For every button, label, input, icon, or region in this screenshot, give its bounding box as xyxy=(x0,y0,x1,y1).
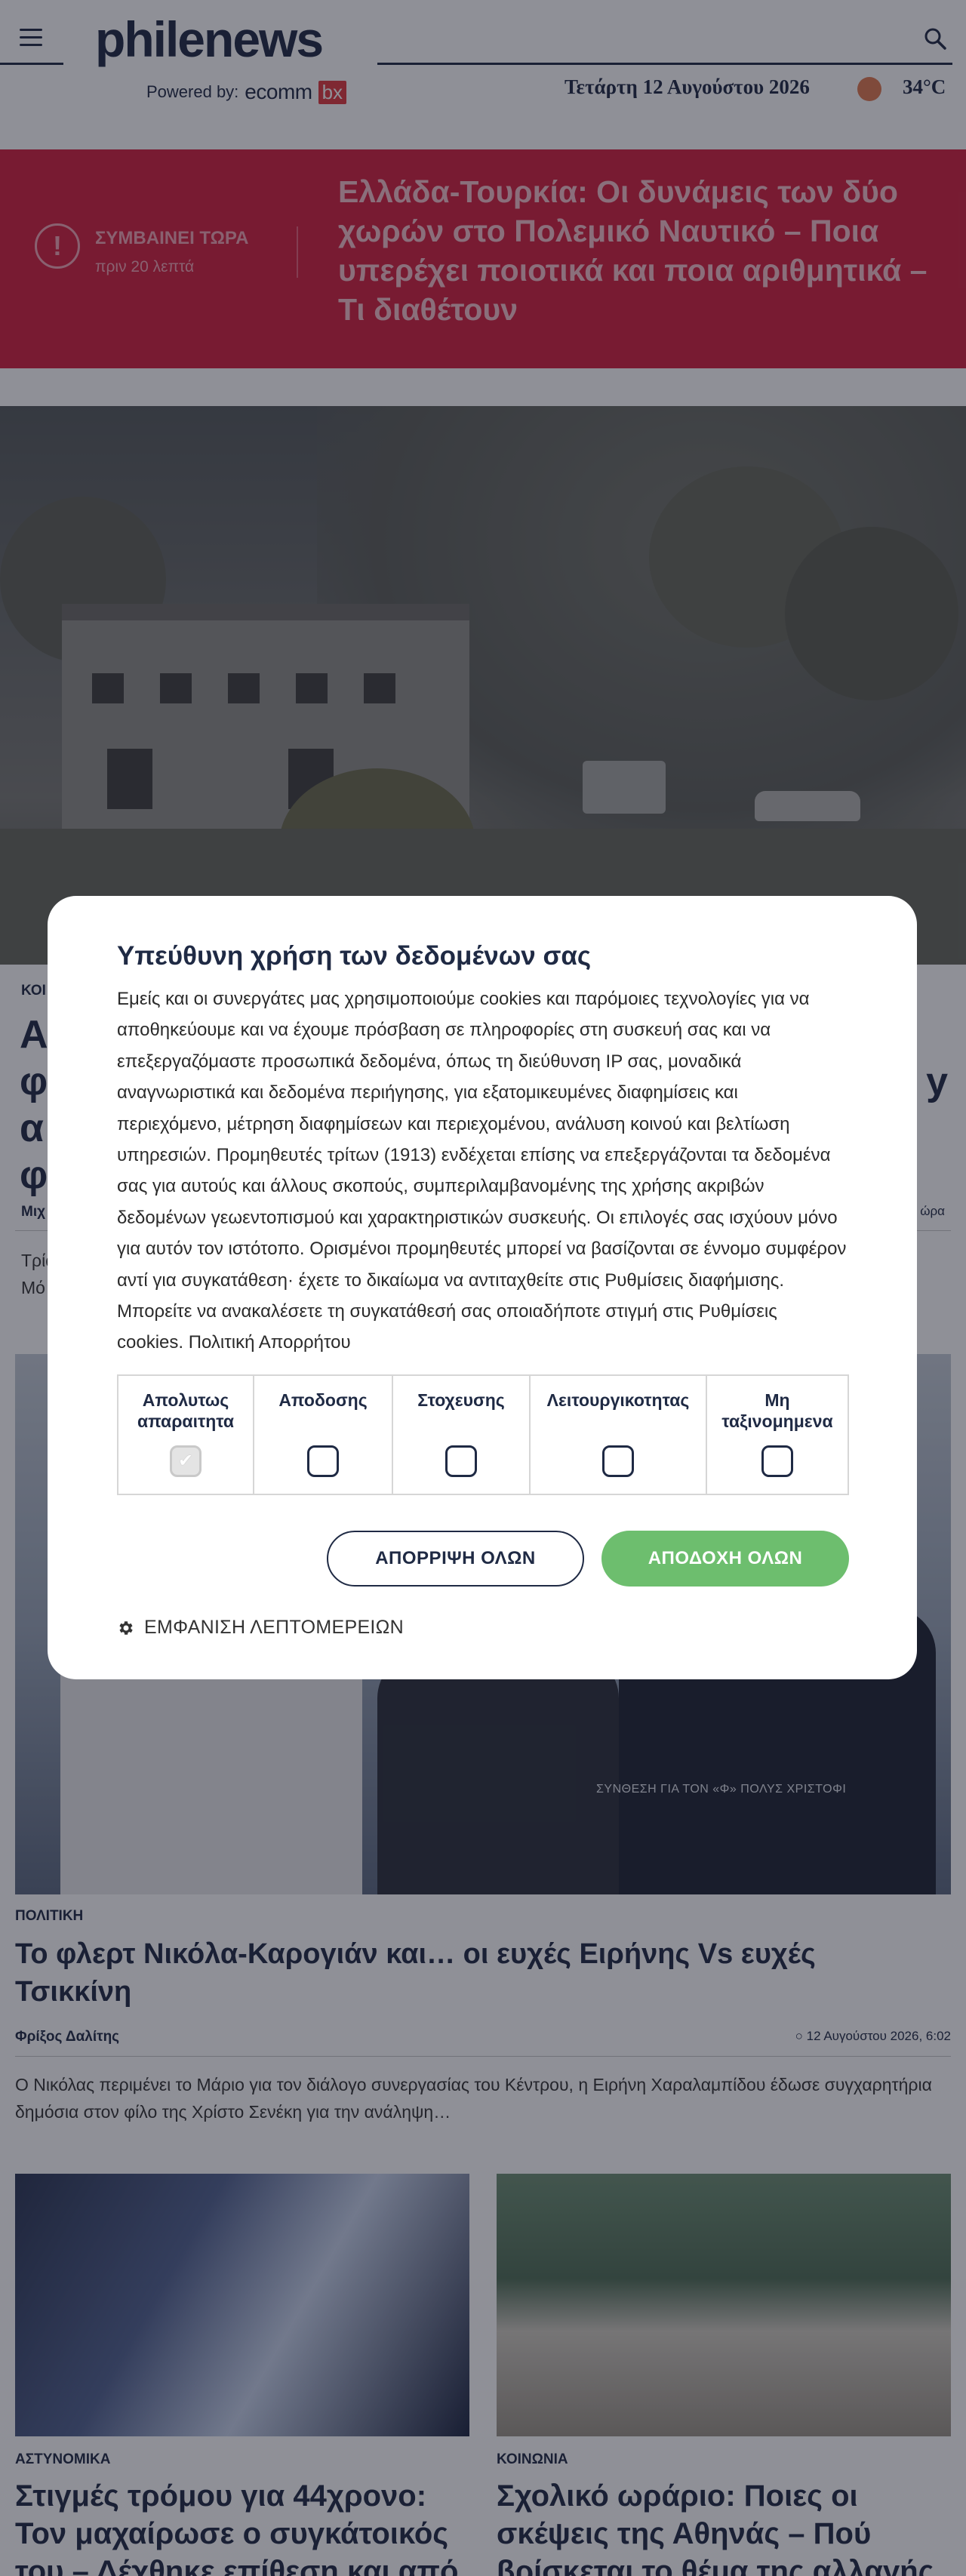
consent-category-unclassified: Μη ταξινομημενα xyxy=(707,1376,848,1494)
consent-description: Εμείς και οι συνεργάτες μας χρησιμοποιού… xyxy=(117,989,847,1353)
consent-category-label: Λειτουργικοτητας xyxy=(546,1390,690,1410)
strictly-necessary-checkbox xyxy=(170,1445,202,1477)
consent-category-label: Απολυτως απαραιτητα xyxy=(137,1390,235,1431)
consent-category-targeting: Στοχευσης xyxy=(393,1376,531,1494)
show-details-label: ΕΜΦΑΝΙΣΗ ΛΕΠΤΟΜΕΡΕΙΩΝ xyxy=(144,1617,405,1638)
consent-category-label: Μη ταξινομημενα xyxy=(721,1390,833,1431)
consent-category-label: Στοχευσης xyxy=(417,1390,505,1410)
consent-title: Υπεύθυνη χρήση των δεδομένων σας xyxy=(117,941,592,971)
consent-categories: Απολυτως απαραιτητα Αποδοσης Στοχευσης Λ… xyxy=(117,1374,849,1495)
performance-checkbox[interactable] xyxy=(307,1445,339,1477)
unclassified-checkbox[interactable] xyxy=(761,1445,793,1477)
show-details-link[interactable]: ΕΜΦΑΝΙΣΗ ΛΕΠΤΟΜΕΡΕΙΩΝ xyxy=(117,1617,404,1639)
gear-icon xyxy=(119,1620,133,1635)
cookie-consent-dialog: Υπεύθυνη χρήση των δεδομένων σας Εμείς κ… xyxy=(48,896,917,1679)
reject-all-button[interactable]: ΑΠΟΡΡΙΨΗ ΟΛΩΝ xyxy=(327,1531,584,1587)
functionality-checkbox[interactable] xyxy=(602,1445,634,1477)
consent-category-strictly-necessary: Απολυτως απαραιτητα xyxy=(118,1376,254,1494)
accept-all-button[interactable]: ΑΠΟΔΟΧΗ ΟΛΩΝ xyxy=(601,1531,849,1587)
consent-category-label: Αποδοσης xyxy=(278,1390,368,1410)
consent-category-performance: Αποδοσης xyxy=(254,1376,393,1494)
targeting-checkbox[interactable] xyxy=(445,1445,477,1477)
consent-category-functionality: Λειτουργικοτητας xyxy=(531,1376,707,1494)
